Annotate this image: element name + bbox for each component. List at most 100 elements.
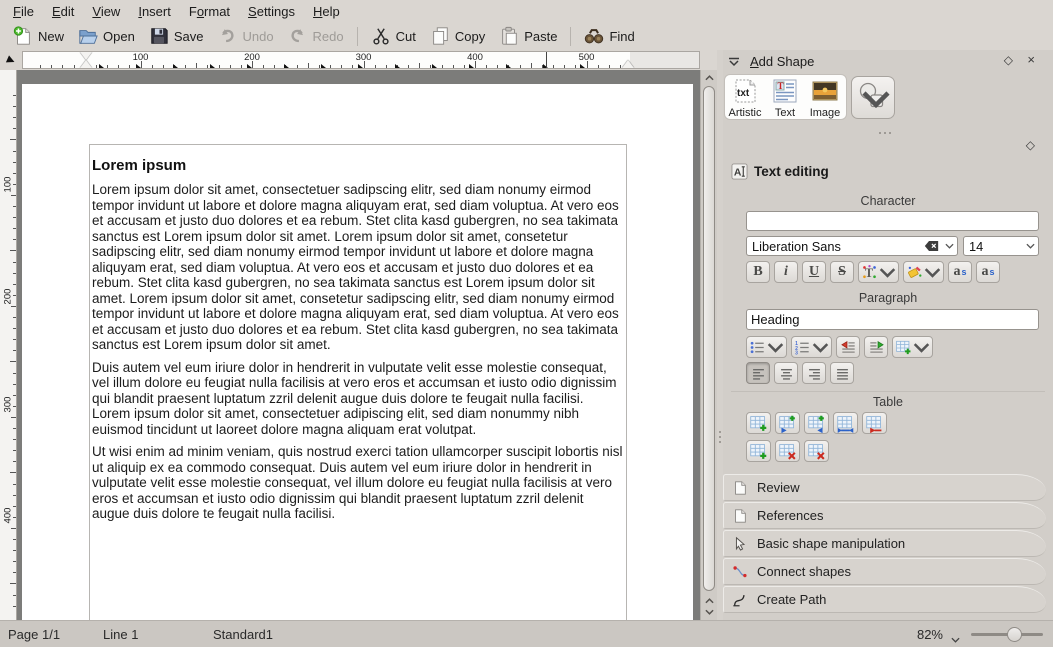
- highlight-color-button[interactable]: [903, 261, 944, 283]
- toolbar-button-label: Cut: [395, 28, 416, 44]
- float-panel-icon[interactable]: ◇: [1026, 138, 1035, 152]
- table-buttons-row1: [746, 412, 887, 434]
- font-size-combo[interactable]: 14: [963, 236, 1039, 256]
- ruler-corner-button[interactable]: ▶: [0, 50, 22, 70]
- underline-button[interactable]: U: [802, 261, 826, 283]
- insert-rows-button[interactable]: [746, 412, 771, 434]
- paste-button[interactable]: Paste: [492, 24, 564, 48]
- ruler-tick: [13, 350, 16, 352]
- ruler-tick: [13, 561, 16, 563]
- paragraph[interactable]: Ut wisi enim ad minim veniam, quis nostr…: [92, 444, 624, 522]
- underline-glyph: U: [808, 264, 820, 279]
- italic-button[interactable]: i: [774, 261, 798, 283]
- insert-cells-button[interactable]: [746, 440, 771, 462]
- strikethrough-button[interactable]: S: [830, 261, 854, 283]
- scrollbar-thumb[interactable]: [703, 86, 715, 591]
- ruler-tick: [452, 65, 454, 68]
- character-input[interactable]: [746, 211, 1039, 231]
- ruler-tick: [13, 294, 16, 296]
- shape-artistic-button[interactable]: txt Artistic: [725, 75, 765, 119]
- bold-button[interactable]: B: [746, 261, 770, 283]
- align-justify-icon: [834, 365, 851, 382]
- paragraph[interactable]: Lorem ipsum dolor sit amet, consectetuer…: [92, 182, 624, 353]
- document-page[interactable]: Lorem ipsum Lorem ipsum dolor sit amet, …: [22, 84, 693, 620]
- document-canvas: Lorem ipsum Lorem ipsum dolor sit amet, …: [17, 70, 700, 620]
- align-center-button[interactable]: [774, 362, 798, 384]
- copy-button[interactable]: Copy: [423, 24, 492, 48]
- cut-scissors-icon: [371, 26, 391, 46]
- sup-mark: s: [961, 267, 967, 277]
- vertical-scrollbar[interactable]: [700, 70, 717, 620]
- menu-format[interactable]: Format: [180, 2, 239, 21]
- zoom-slider-thumb[interactable]: [1007, 627, 1022, 642]
- menu-edit[interactable]: Edit: [43, 2, 83, 21]
- menu-file[interactable]: File: [4, 2, 43, 21]
- shape-label: Artistic: [728, 107, 762, 119]
- align-justify-button[interactable]: [830, 362, 854, 384]
- find-button[interactable]: Find: [577, 24, 641, 48]
- scroll-down-icon[interactable]: [701, 606, 717, 618]
- new-file-icon: [13, 26, 33, 46]
- adjust-column-width-button[interactable]: [833, 412, 858, 434]
- save-button[interactable]: Save: [142, 24, 211, 48]
- docker-references[interactable]: References: [723, 502, 1046, 529]
- superscript-button[interactable]: as: [948, 261, 972, 283]
- vertical-ruler[interactable]: 100 200 300 400: [0, 70, 17, 620]
- chevron-down-icon[interactable]: [951, 631, 960, 646]
- ruler-tick: [95, 65, 97, 68]
- toolbar-button-label: Paste: [524, 28, 558, 44]
- cut-button[interactable]: Cut: [364, 24, 423, 48]
- document-body: Lorem ipsum dolor sit amet, consectetuer…: [92, 182, 624, 522]
- docker-create-path[interactable]: Create Path: [723, 586, 1046, 613]
- delete-columns-button[interactable]: [804, 440, 829, 462]
- shape-picker-button[interactable]: [851, 76, 895, 119]
- font-color-button[interactable]: T: [858, 261, 899, 283]
- numbered-list-button[interactable]: 123: [791, 336, 832, 358]
- insert-columns-right-button[interactable]: [804, 412, 829, 434]
- left-indent-marker[interactable]: [80, 60, 92, 68]
- align-left-button[interactable]: [746, 362, 770, 384]
- shape-text-button[interactable]: T Text: [765, 75, 805, 119]
- insert-columns-left-button[interactable]: [775, 412, 800, 434]
- path-curve-icon: [732, 592, 748, 608]
- menu-insert[interactable]: Insert: [129, 2, 180, 21]
- align-right-button[interactable]: [802, 362, 826, 384]
- clear-text-icon[interactable]: [924, 240, 939, 252]
- corner-arrow-icon: ▶: [5, 53, 17, 67]
- zoom-slider[interactable]: [971, 627, 1043, 642]
- document-heading[interactable]: Lorem ipsum: [92, 157, 624, 174]
- menu-settings[interactable]: Settings: [239, 2, 304, 21]
- subscript-button[interactable]: as: [976, 261, 1000, 283]
- tab-stop-mark: [173, 64, 178, 68]
- table-grid-icon: [807, 442, 826, 461]
- dock-resize-grip[interactable]: [878, 131, 892, 135]
- shape-label: Image: [809, 107, 841, 119]
- shape-image-button[interactable]: Image: [805, 75, 845, 119]
- split-cells-button[interactable]: [862, 412, 887, 434]
- paragraph[interactable]: Duis autem vel eum iriure dolor in hendr…: [92, 360, 624, 438]
- scroll-up-icon[interactable]: [701, 72, 717, 84]
- float-panel-icon[interactable]: ◇: [1004, 53, 1013, 67]
- paragraph-style-input[interactable]: [746, 309, 1039, 330]
- delete-rows-button[interactable]: [775, 440, 800, 462]
- first-line-indent-marker[interactable]: [80, 52, 92, 60]
- font-family-combo[interactable]: Liberation Sans: [746, 236, 958, 256]
- increase-indent-button[interactable]: [864, 336, 888, 358]
- collapse-panel-icon[interactable]: [728, 55, 740, 70]
- ruler-tick: [40, 65, 42, 68]
- horizontal-ruler[interactable]: 100 200 300 400 500: [22, 51, 700, 69]
- text-frame[interactable]: Lorem ipsum Lorem ipsum dolor sit amet, …: [89, 144, 627, 620]
- insert-variable-button[interactable]: [892, 336, 933, 358]
- menu-help[interactable]: Help: [304, 2, 349, 21]
- bullet-list-button[interactable]: [746, 336, 787, 358]
- menu-view[interactable]: View: [83, 2, 129, 21]
- docker-basic-shape-manipulation[interactable]: Basic shape manipulation: [723, 530, 1046, 557]
- new-button[interactable]: New: [6, 24, 71, 48]
- docker-review[interactable]: Review: [723, 474, 1046, 501]
- docker-connect-shapes[interactable]: Connect shapes: [723, 558, 1046, 585]
- close-panel-icon[interactable]: ×: [1027, 52, 1035, 67]
- right-indent-marker[interactable]: [622, 60, 634, 68]
- decrease-indent-button[interactable]: [836, 336, 860, 358]
- zoom-level[interactable]: 82%: [917, 627, 943, 642]
- open-button[interactable]: Open: [71, 24, 142, 48]
